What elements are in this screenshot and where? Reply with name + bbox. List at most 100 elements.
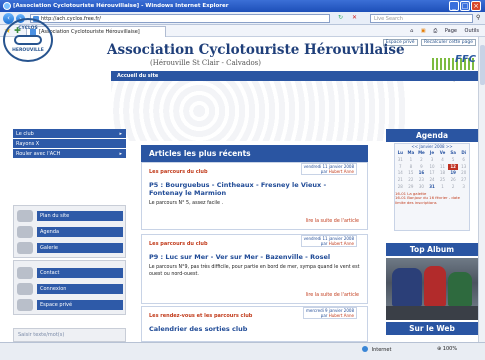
calendar-day[interactable]: 23 [416,177,427,184]
article-title[interactable]: Calendrier des sorties club [142,325,367,333]
security-zone[interactable]: Internet [362,346,391,353]
article-date: mercredi 9 janvier 2008 par Hubert Anne [302,307,357,319]
recalculate-link[interactable]: Recalculer cette page [420,39,476,46]
address-field[interactable]: http://ach.cyclos.free.fr/ [30,14,330,23]
breadcrumb-home[interactable]: Accueil du site [117,73,158,79]
scrollbar-thumb[interactable] [480,45,485,85]
recent-articles-heading: Articles les plus récents [141,145,368,162]
calendar-day[interactable]: 16 [416,170,427,177]
zoom-level[interactable]: ⊕ 100% [437,346,457,352]
search-box[interactable]: Saisir texte/mot(s) [13,328,126,342]
menu-item-le-club[interactable]: Le club ▸ [13,129,126,139]
calendar-day[interactable]: 14 [395,170,406,177]
calendar-weekday: Je [429,150,435,155]
article-author[interactable]: Hubert Anne [329,313,354,318]
header-background-pattern [111,81,405,141]
status-bar: Internet ⊕ 100% [0,342,485,360]
article-card: Les parcours du club vendredi 11 janvier… [141,234,368,304]
calendar-day[interactable]: 17 [427,170,438,177]
feeds-icon[interactable]: ▣ [421,28,426,34]
menu-item-rouler[interactable]: Rouler avec l'ACH ▸ [13,149,126,159]
article-category[interactable]: Les rendez-vous et les parcours club [149,313,252,319]
tools-menu[interactable]: Outils [465,28,479,34]
calendar-day[interactable]: 3 [427,157,438,164]
article-card: Les parcours du club vendredi 11 janvier… [141,162,368,230]
home-icon[interactable]: ⌂ [410,28,413,34]
calendar-day[interactable]: 2 [416,157,427,164]
calendar-day[interactable]: 1 [406,157,417,164]
calendar-day[interactable]: 20 [458,170,469,177]
calendar-day[interactable]: 18 [437,170,448,177]
calendar-day[interactable]: 31 [395,157,406,164]
sidebar-item-galerie[interactable]: Galerie [14,240,125,256]
login-icon [17,283,33,295]
calendar-day[interactable]: 11 [437,164,448,171]
club-logo[interactable]: CYCLOS HEROUVILLE [3,18,53,62]
calendar-day[interactable]: 30 [416,184,427,191]
article-title[interactable]: P9 : Luc sur Mer - Ver sur Mer - Bazenvi… [142,253,367,261]
stop-icon[interactable]: ✕ [352,14,357,21]
maximize-button[interactable]: □ [460,1,470,11]
cyclist-figure [424,266,446,306]
calendar-day[interactable]: 3 [458,184,469,191]
calendar-day[interactable]: 22 [406,177,417,184]
sidebar-item-contact[interactable]: Contact [14,265,125,281]
sidebar-item-agenda[interactable]: Agenda [14,224,125,240]
web-heading: Sur le Web [386,322,478,335]
calendar-day[interactable]: 12 [447,163,459,171]
calendar-day[interactable]: 15 [406,170,417,177]
agenda-heading: Agenda [386,129,478,142]
calendar-events: 16-01 La galette 16-01 Bonjour du 16 fév… [395,191,469,206]
calendar-day[interactable]: 25 [437,177,448,184]
tab-title: [Association Cyclotouriste Hérouvillaise… [39,29,140,35]
refresh-icon[interactable]: ↻ [338,14,343,21]
calendar-day[interactable]: 1 [437,184,448,191]
logo-subtext: HEROUVILLE [12,48,44,53]
calendar-day[interactable]: 6 [458,157,469,164]
calendar-day[interactable]: 24 [427,177,438,184]
calendar-day[interactable]: 31 [427,184,438,191]
minimize-button[interactable]: _ [449,1,459,11]
sidebar-item-connexion[interactable]: Connexion [14,281,125,297]
calendar-day[interactable]: 9 [416,164,427,171]
calendar-weekday: Sa [450,150,456,155]
search-icon[interactable]: ⚲ [476,14,480,21]
logo-text: CYCLOS [18,26,38,31]
calendar-weekday: Lu [397,150,403,155]
article-title[interactable]: P5 : Bourguebus - Cintheaux - Fresney le… [142,181,367,197]
article-category[interactable]: Les parcours du club [149,169,208,175]
calendar-day[interactable]: 28 [395,184,406,191]
close-button[interactable]: × [471,1,481,11]
gallery-icon [17,242,33,254]
print-icon[interactable]: ⎙ [433,28,437,34]
article-category[interactable]: Les parcours du club [149,241,208,247]
read-more-link[interactable]: lire la suite de l'article [306,219,359,224]
article-summary: Le parcours N°9, pas très difficile, pou… [149,265,360,277]
sidebar-item-plan[interactable]: Plan du site [14,208,125,224]
page-menu[interactable]: Page [445,28,457,34]
calendar-day[interactable]: 29 [406,184,417,191]
calendar-day[interactable]: 4 [437,157,448,164]
calendar-day[interactable]: 10 [427,164,438,171]
calendar-day[interactable]: 5 [448,157,459,164]
calendar-day[interactable]: 19 [448,170,459,177]
vertical-scrollbar[interactable] [478,37,485,342]
ie-icon [3,2,11,10]
article-author[interactable]: Hubert Anne [329,241,354,246]
search-input[interactable]: Live Search [370,14,473,23]
calendar-day[interactable]: 21 [395,177,406,184]
menu-item-rayons-x[interactable]: Rayons X [13,139,126,149]
calendar-day[interactable]: 27 [458,177,469,184]
album-photo[interactable] [386,258,478,320]
cyclist-figure [392,268,422,306]
sidebar-item-espace-prive[interactable]: Espace privé [14,297,125,313]
article-author[interactable]: Hubert Anne [329,169,354,174]
read-more-link[interactable]: lire la suite de l'article [306,293,359,298]
calendar-day[interactable]: 13 [458,164,469,171]
calendar-day[interactable]: 8 [406,164,417,171]
calendar-day[interactable]: 26 [448,177,459,184]
breadcrumb: Accueil du site [111,71,478,81]
calendar-event[interactable]: 16-01 Bonjour du 16 février - date limit… [395,196,469,205]
calendar-day[interactable]: 2 [448,184,459,191]
calendar-day[interactable]: 7 [395,164,406,171]
